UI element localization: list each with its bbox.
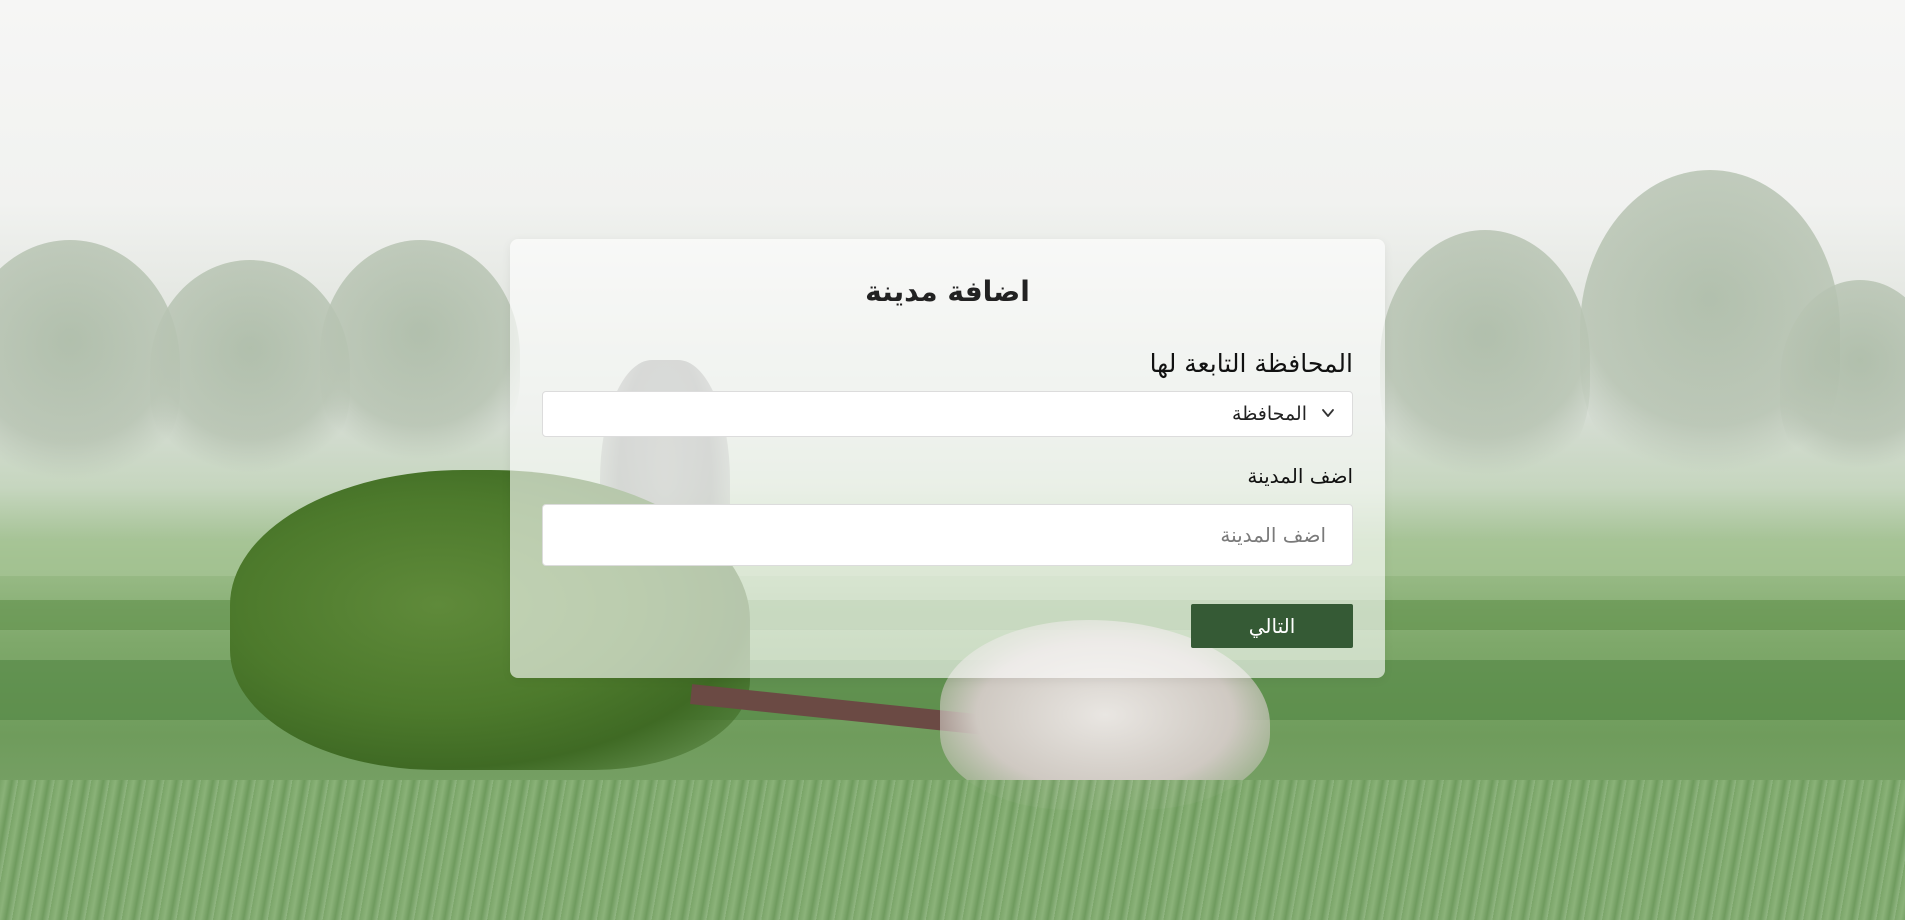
page-title: اضافة مدينة — [865, 275, 1030, 308]
background-tree — [320, 240, 520, 470]
governorate-label: المحافظة التابعة لها — [1149, 349, 1353, 378]
next-button[interactable]: التالي — [1191, 604, 1353, 648]
background-tree — [1380, 230, 1590, 490]
governorate-select[interactable]: المحافظة — [542, 391, 1353, 437]
add-city-card: اضافة مدينة المحافظة التابعة لها المحافظ… — [510, 239, 1385, 678]
foreground-grass — [0, 780, 1905, 920]
chevron-down-icon — [1322, 409, 1334, 417]
city-input[interactable] — [542, 504, 1353, 566]
governorate-selected-value: المحافظة — [1232, 403, 1307, 425]
city-label: اضف المدينة — [1247, 464, 1353, 488]
